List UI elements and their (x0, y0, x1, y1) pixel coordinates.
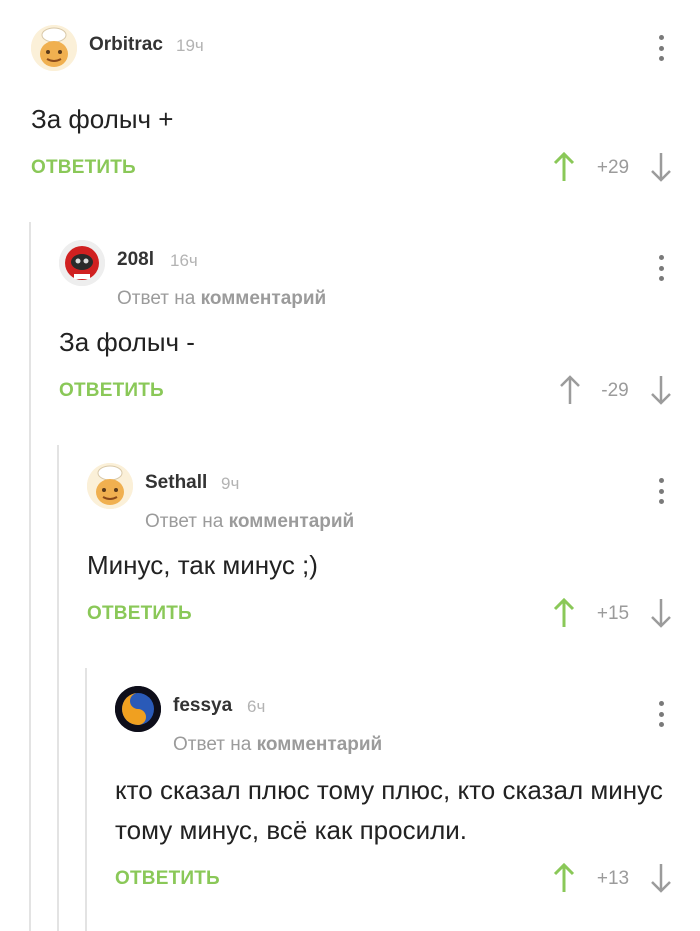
reply-to-prefix: Ответ на (117, 288, 196, 309)
comment-time: 16ч (170, 251, 198, 270)
reply-to-line: Ответ на комментарий (173, 734, 382, 756)
reply-button[interactable]: ОТВЕТИТЬ (31, 157, 136, 179)
reply-button[interactable]: ОТВЕТИТЬ (115, 868, 220, 890)
comment-text: Минус, так минус ;) (87, 550, 318, 580)
thread-line-level-1 (29, 222, 31, 931)
more-vertical-icon[interactable] (651, 476, 671, 506)
comment-header: fessya 6ч Ответ на комментарий (115, 686, 700, 755)
vote-score: -29 (601, 380, 629, 401)
comment-header: 208l 16ч Ответ на комментарий (59, 240, 700, 309)
reply-to-link[interactable]: комментарий (257, 734, 383, 755)
reply-to-link[interactable]: комментарий (229, 511, 355, 532)
reply-button[interactable]: ОТВЕТИТЬ (87, 603, 192, 625)
author-name[interactable]: 208l (117, 249, 154, 271)
comment-header: Sethall 9ч Ответ на комментарий (87, 463, 700, 532)
arrow-down-icon[interactable] (650, 597, 672, 629)
comment: Sethall 9ч Ответ на комментарий Минус, т… (87, 463, 700, 653)
comment: 208l 16ч Ответ на комментарий За фолыч -… (59, 240, 700, 430)
comment: Orbitrac 19ч За фолыч + ОТВЕТИТЬ +29 (31, 25, 700, 215)
arrow-down-icon[interactable] (650, 862, 672, 894)
vote-score: +15 (596, 603, 630, 624)
comment-text: кто сказал плюс тому плюс, кто сказал ми… (115, 775, 663, 845)
avatar[interactable] (59, 240, 105, 286)
reply-to-line: Ответ на комментарий (117, 288, 326, 310)
reply-to-line: Ответ на комментарий (145, 511, 354, 533)
avatar[interactable] (31, 25, 77, 71)
author-name[interactable]: fessya (173, 695, 232, 717)
thread-line-level-3 (85, 668, 87, 931)
comment-time: 9ч (221, 474, 240, 493)
reply-button[interactable]: ОТВЕТИТЬ (59, 380, 164, 402)
avatar[interactable] (115, 686, 161, 732)
vote-score: +29 (596, 157, 630, 178)
more-vertical-icon[interactable] (651, 253, 671, 283)
comment: fessya 6ч Ответ на комментарий кто сказа… (115, 686, 700, 916)
arrow-up-icon[interactable] (553, 862, 575, 894)
arrow-up-icon[interactable] (553, 151, 575, 183)
comment-text: За фолыч + (31, 104, 174, 134)
more-vertical-icon[interactable] (651, 33, 671, 63)
author-name[interactable]: Orbitrac (89, 34, 163, 56)
avatar[interactable] (87, 463, 133, 509)
reply-to-link[interactable]: комментарий (201, 288, 327, 309)
comment-time: 6ч (247, 697, 266, 716)
author-name[interactable]: Sethall (145, 472, 207, 494)
comment-header: Orbitrac 19ч (31, 25, 700, 75)
reply-to-prefix: Ответ на (145, 511, 224, 532)
comment-text: За фолыч - (59, 327, 195, 357)
arrow-down-icon[interactable] (650, 151, 672, 183)
arrow-up-icon[interactable] (559, 374, 581, 406)
arrow-down-icon[interactable] (650, 374, 672, 406)
comment-time: 19ч (176, 36, 204, 55)
more-vertical-icon[interactable] (651, 699, 671, 729)
thread-line-level-2 (57, 445, 59, 931)
reply-to-prefix: Ответ на (173, 734, 252, 755)
vote-score: +13 (596, 868, 630, 889)
arrow-up-icon[interactable] (553, 597, 575, 629)
